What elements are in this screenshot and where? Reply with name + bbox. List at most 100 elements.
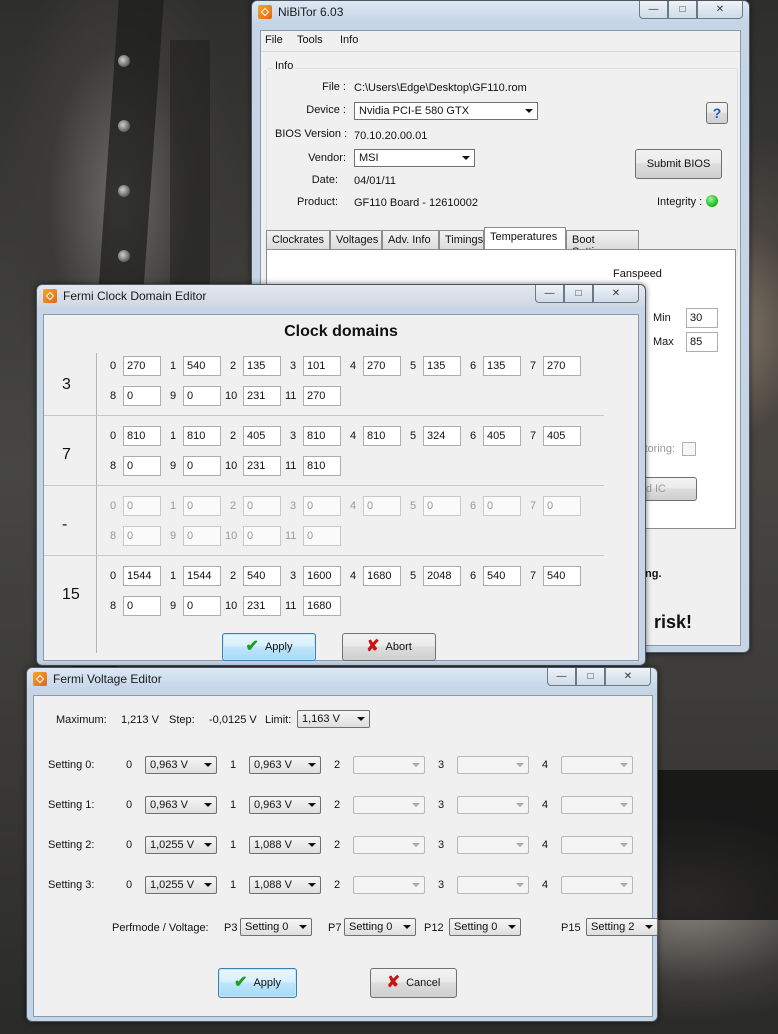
clock-value-input[interactable]: 0 xyxy=(303,526,341,546)
clock-value-input[interactable]: 540 xyxy=(543,566,581,586)
clock-value-input[interactable]: 0 xyxy=(183,386,221,406)
clock-value-input[interactable]: 810 xyxy=(303,426,341,446)
perfmode-select[interactable]: Setting 0 xyxy=(240,918,312,936)
clock-value-input[interactable]: 1680 xyxy=(303,596,341,616)
maximize-button[interactable]: □ xyxy=(564,285,593,303)
clock-value-input[interactable]: 270 xyxy=(363,356,401,376)
tab-boot-settings[interactable]: Boot Settings xyxy=(566,230,639,258)
tab-temperatures[interactable]: Temperatures xyxy=(484,227,566,249)
clock-value-input[interactable]: 324 xyxy=(423,426,461,446)
voltage-select[interactable]: 1,088 V xyxy=(249,836,321,854)
close-button[interactable]: ✕ xyxy=(605,668,651,686)
perfmode-select[interactable]: Setting 0 xyxy=(449,918,521,936)
clock-value-input[interactable]: 270 xyxy=(543,356,581,376)
menu-info[interactable]: Info xyxy=(340,34,358,46)
clock-value-input[interactable]: 101 xyxy=(303,356,341,376)
voltage-select[interactable] xyxy=(353,876,425,894)
tab-timings[interactable]: Timings xyxy=(439,230,484,249)
voltage-select[interactable] xyxy=(561,796,633,814)
submit-bios-button[interactable]: Submit BIOS xyxy=(635,149,722,179)
clock-value-input[interactable]: 0 xyxy=(123,526,161,546)
clock-value-input[interactable]: 0 xyxy=(483,496,521,516)
clock-value-input[interactable]: 231 xyxy=(243,596,281,616)
tab-voltages[interactable]: Voltages xyxy=(330,230,382,249)
voltage-editor-titlebar[interactable]: Fermi Voltage Editor — □ ✕ xyxy=(27,668,657,690)
device-select[interactable]: Nvidia PCI-E 580 GTX xyxy=(354,102,538,120)
clock-value-input[interactable]: 0 xyxy=(303,496,341,516)
clock-value-input[interactable]: 0 xyxy=(123,496,161,516)
clock-value-input[interactable]: 0 xyxy=(423,496,461,516)
clock-value-input[interactable]: 1680 xyxy=(363,566,401,586)
clock-value-input[interactable]: 0 xyxy=(123,386,161,406)
clock-value-input[interactable]: 405 xyxy=(243,426,281,446)
vendor-select[interactable]: MSI xyxy=(354,149,475,167)
voltage-select[interactable]: 0,963 V xyxy=(145,796,217,814)
voltage-select[interactable]: 1,0255 V xyxy=(145,876,217,894)
limit-select[interactable]: 1,163 V xyxy=(297,710,370,728)
voltage-select[interactable]: 0,963 V xyxy=(145,756,217,774)
voltage-select[interactable] xyxy=(353,836,425,854)
clock-value-input[interactable]: 231 xyxy=(243,456,281,476)
clock-value-input[interactable]: 810 xyxy=(303,456,341,476)
clock-value-input[interactable]: 0 xyxy=(243,526,281,546)
fanspeed-max-input[interactable]: 85 xyxy=(686,332,718,352)
clock-value-input[interactable]: 405 xyxy=(483,426,521,446)
clock-value-input[interactable]: 135 xyxy=(483,356,521,376)
clock-value-input[interactable]: 0 xyxy=(363,496,401,516)
clock-value-input[interactable]: 810 xyxy=(123,426,161,446)
clock-value-input[interactable]: 0 xyxy=(243,496,281,516)
voltage-select[interactable] xyxy=(561,876,633,894)
clock-value-input[interactable]: 2048 xyxy=(423,566,461,586)
clock-value-input[interactable]: 0 xyxy=(183,526,221,546)
voltage-apply-button[interactable]: ✔ Apply xyxy=(218,968,297,998)
clock-value-input[interactable]: 0 xyxy=(123,456,161,476)
clock-value-input[interactable]: 1600 xyxy=(303,566,341,586)
voltage-select[interactable] xyxy=(457,796,529,814)
clock-apply-button[interactable]: ✔ Apply xyxy=(222,633,316,661)
clock-value-input[interactable]: 540 xyxy=(243,566,281,586)
nibitor-titlebar[interactable]: NiBiTor 6.03 — □ ✕ xyxy=(252,1,749,23)
monitoring-checkbox[interactable] xyxy=(682,442,696,456)
clock-value-input[interactable]: 135 xyxy=(423,356,461,376)
clock-value-input[interactable]: 135 xyxy=(243,356,281,376)
clock-value-input[interactable]: 231 xyxy=(243,386,281,406)
perfmode-select[interactable]: Setting 0 xyxy=(344,918,416,936)
clock-value-input[interactable]: 0 xyxy=(183,456,221,476)
voltage-select[interactable]: 0,963 V xyxy=(249,796,321,814)
voltage-select[interactable] xyxy=(353,756,425,774)
clock-value-input[interactable]: 405 xyxy=(543,426,581,446)
voltage-select[interactable] xyxy=(353,796,425,814)
fanspeed-min-input[interactable]: 30 xyxy=(686,308,718,328)
clock-value-input[interactable]: 270 xyxy=(123,356,161,376)
minimize-button[interactable]: — xyxy=(547,668,576,686)
clock-value-input[interactable]: 0 xyxy=(123,596,161,616)
help-button[interactable]: ? xyxy=(706,102,728,124)
clock-value-input[interactable]: 1544 xyxy=(183,566,221,586)
perfmode-select[interactable]: Setting 2 xyxy=(586,918,658,936)
clock-value-input[interactable]: 0 xyxy=(183,596,221,616)
clock-value-input[interactable]: 0 xyxy=(543,496,581,516)
voltage-select[interactable] xyxy=(457,836,529,854)
clock-value-input[interactable]: 270 xyxy=(303,386,341,406)
clock-value-input[interactable]: 540 xyxy=(183,356,221,376)
menu-tools[interactable]: Tools xyxy=(297,34,323,46)
clock-value-input[interactable]: 540 xyxy=(483,566,521,586)
clock-abort-button[interactable]: ✘ Abort xyxy=(342,633,436,661)
voltage-select[interactable] xyxy=(457,756,529,774)
voltage-select[interactable] xyxy=(457,876,529,894)
maximize-button[interactable]: □ xyxy=(668,1,697,19)
voltage-select[interactable] xyxy=(561,756,633,774)
minimize-button[interactable]: — xyxy=(535,285,564,303)
menu-file[interactable]: File xyxy=(265,34,283,46)
clock-editor-titlebar[interactable]: Fermi Clock Domain Editor — □ ✕ xyxy=(37,285,645,307)
clock-value-input[interactable]: 810 xyxy=(363,426,401,446)
voltage-cancel-button[interactable]: ✘ Cancel xyxy=(370,968,457,998)
clock-value-input[interactable]: 1544 xyxy=(123,566,161,586)
close-button[interactable]: ✕ xyxy=(593,285,639,303)
clock-value-input[interactable]: 810 xyxy=(183,426,221,446)
clock-value-input[interactable]: 0 xyxy=(183,496,221,516)
minimize-button[interactable]: — xyxy=(639,1,668,19)
close-button[interactable]: ✕ xyxy=(697,1,743,19)
maximize-button[interactable]: □ xyxy=(576,668,605,686)
voltage-select[interactable] xyxy=(561,836,633,854)
